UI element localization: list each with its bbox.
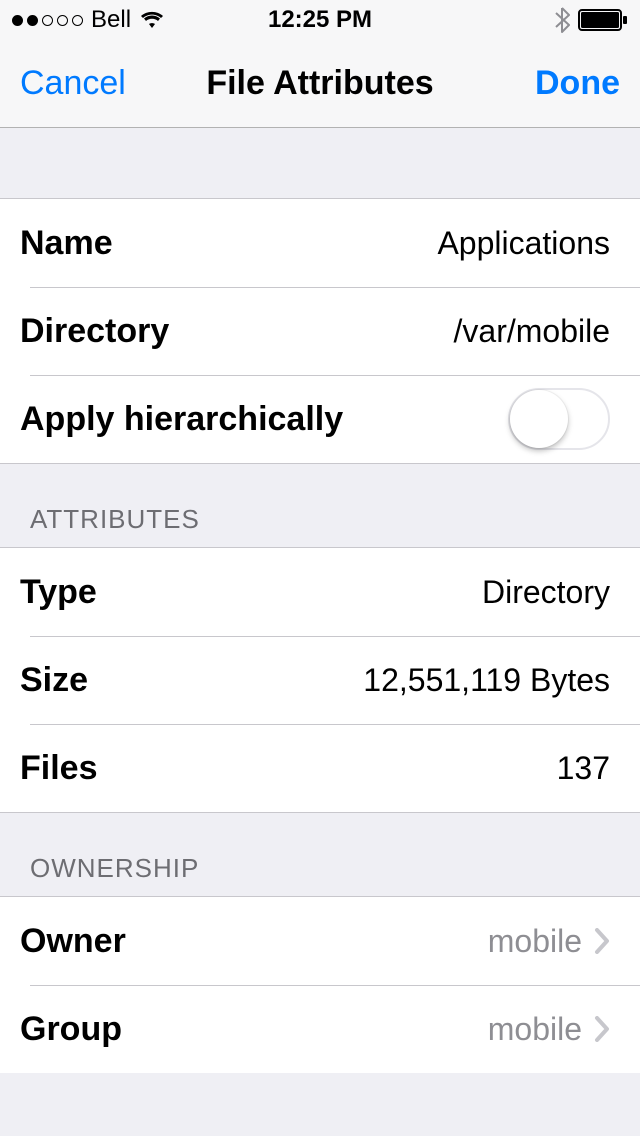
size-label: Size: [20, 661, 88, 700]
done-button[interactable]: Done: [535, 64, 620, 103]
ownership-header: OWNERSHIP: [0, 813, 640, 896]
files-value: 137: [557, 750, 610, 787]
owner-row[interactable]: Owner mobile: [0, 897, 640, 985]
group-value: mobile: [488, 1011, 582, 1048]
group-label: Group: [20, 1010, 122, 1049]
size-value: 12,551,119 Bytes: [363, 662, 610, 699]
ownership-group: Owner mobile Group mobile: [0, 896, 640, 1073]
files-row: Files 137: [0, 724, 640, 812]
apply-hierarchically-label: Apply hierarchically: [20, 400, 343, 439]
directory-value: /var/mobile: [454, 313, 611, 350]
cancel-button[interactable]: Cancel: [20, 64, 126, 103]
directory-row[interactable]: Directory /var/mobile: [0, 287, 640, 375]
chevron-right-icon: [594, 1016, 610, 1042]
chevron-right-icon: [594, 928, 610, 954]
size-row: Size 12,551,119 Bytes: [0, 636, 640, 724]
directory-label: Directory: [20, 312, 169, 351]
name-row[interactable]: Name Applications: [0, 199, 640, 287]
general-group: Name Applications Directory /var/mobile …: [0, 198, 640, 464]
type-value: Directory: [482, 574, 610, 611]
status-bar: Bell 12:25 PM: [0, 0, 640, 40]
group-row[interactable]: Group mobile: [0, 985, 640, 1073]
nav-bar: Cancel File Attributes Done: [0, 40, 640, 128]
owner-value: mobile: [488, 923, 582, 960]
type-row: Type Directory: [0, 548, 640, 636]
attributes-header: ATTRIBUTES: [0, 464, 640, 547]
attributes-group: Type Directory Size 12,551,119 Bytes Fil…: [0, 547, 640, 813]
name-label: Name: [20, 224, 113, 263]
apply-hierarchically-toggle[interactable]: [508, 388, 610, 450]
status-time: 12:25 PM: [0, 6, 640, 34]
files-label: Files: [20, 749, 97, 788]
type-label: Type: [20, 573, 97, 612]
owner-label: Owner: [20, 922, 126, 961]
name-value: Applications: [437, 225, 610, 262]
apply-hierarchically-row: Apply hierarchically: [0, 375, 640, 463]
